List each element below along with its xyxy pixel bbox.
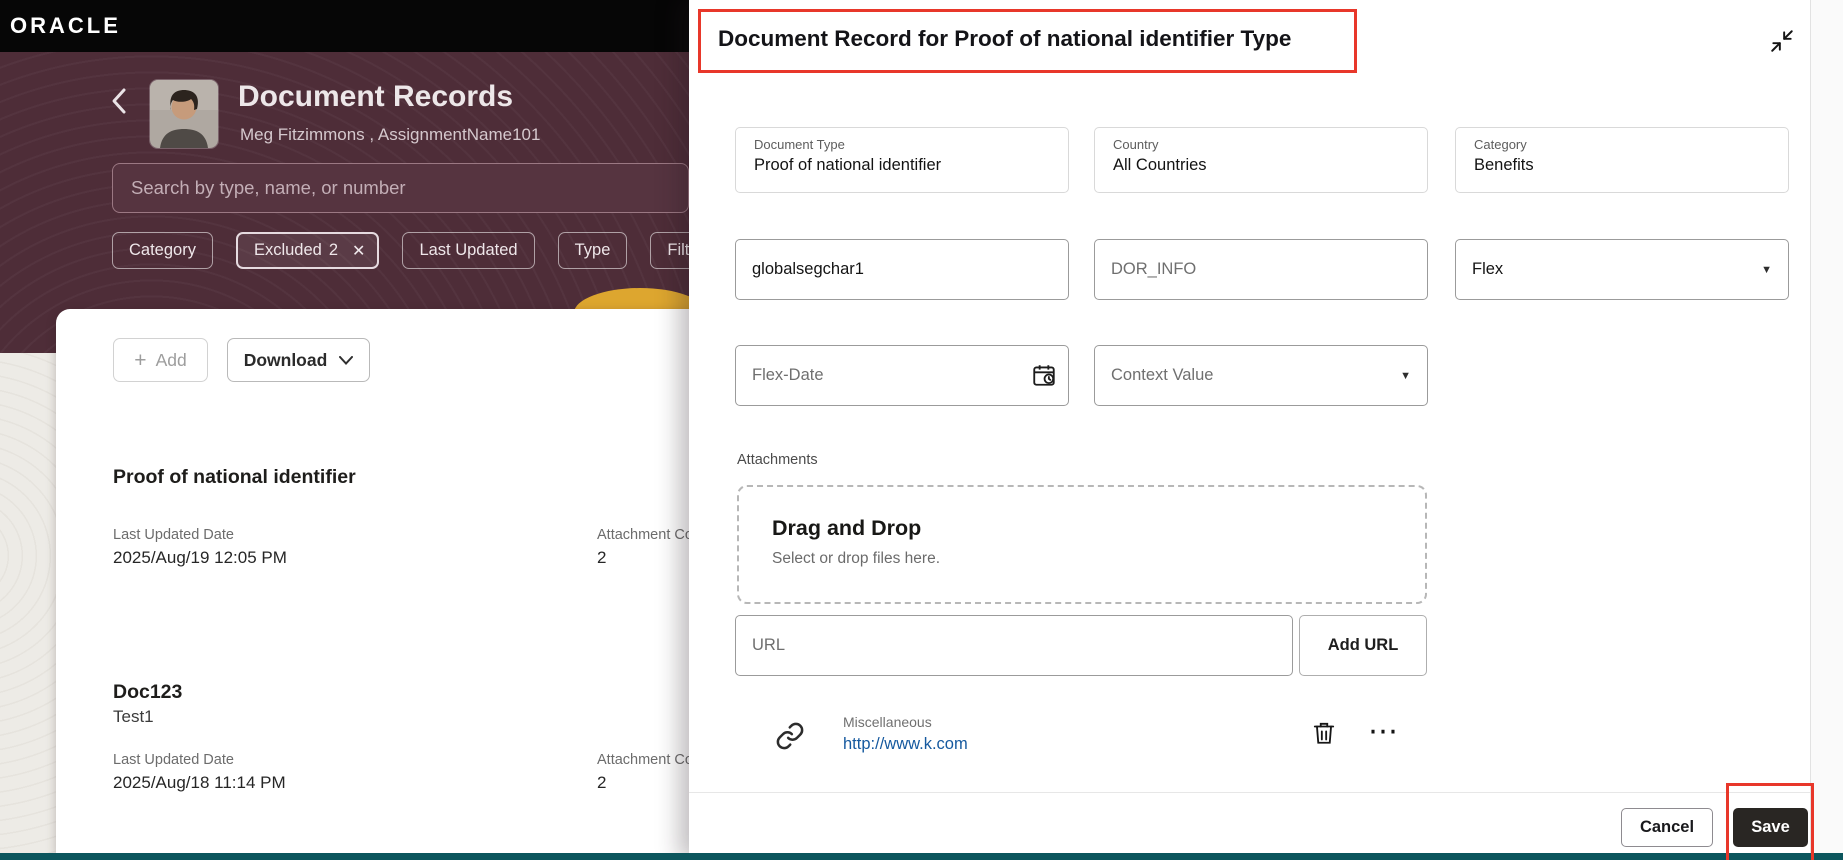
chip-label: Type [574,241,611,259]
field-label: Country [1113,137,1159,152]
save-button[interactable]: Save [1733,808,1808,847]
records-content-card [56,309,689,853]
record-item-subtitle: Test1 [113,707,154,726]
back-button[interactable] [104,84,134,118]
page-title: Document Records [238,80,514,113]
page-subtitle: Meg Fitzimmons , AssignmentName101 [240,125,541,144]
filter-chip-filters[interactable]: Filters [650,232,689,269]
filter-chip-type[interactable]: Type [557,232,628,269]
chip-label: Excluded [253,241,322,259]
filter-chip-category[interactable]: Category [112,232,213,269]
chip-count: 2 [328,241,339,259]
add-button-label: Add [155,349,187,370]
date-picker-button[interactable] [1030,362,1057,389]
dor-info-input[interactable] [1094,239,1428,300]
plus-icon: + [134,348,147,372]
caret-down-icon: ▼ [1761,263,1772,276]
download-button-label: Download [243,349,328,370]
chip-label: Filters [667,241,689,259]
caret-down-icon: ▼ [1400,369,1411,382]
chip-label: Category [129,241,196,259]
attachment-url-link[interactable]: http://www.k.com [843,735,968,754]
field-category: Category Benefits [1455,127,1789,193]
chevron-left-icon [112,88,126,114]
panel-title: Document Record for Proof of national id… [718,26,1292,51]
last-updated-value: 2025/Aug/18 11:14 PM [113,773,286,792]
globalsegchar-input[interactable] [735,239,1069,300]
select-value: Flex [1472,260,1504,278]
avatar [150,80,218,148]
dropzone-subtitle: Select or drop files here. [772,550,941,567]
chip-label: Last Updated [419,241,518,259]
last-updated-label: Last Updated Date [113,527,234,543]
dropzone-title: Drag and Drop [772,516,922,540]
close-icon[interactable]: ✕ [352,241,365,261]
ellipsis-icon: ⋯ [1368,715,1398,748]
collapse-icon [1771,30,1793,52]
field-value: Benefits [1474,156,1534,174]
url-input[interactable] [735,615,1293,676]
select-placeholder: Context Value [1111,366,1214,384]
field-value: All Countries [1113,156,1207,174]
document-records-page: ORACLE Document Records Meg Fitzimmons ,… [0,0,689,860]
filter-chip-last-updated[interactable]: Last Updated [402,232,535,269]
document-record-panel: Document Record for Proof of national id… [689,0,1810,860]
context-value-select[interactable]: Context Value ▼ [1094,345,1428,406]
filter-chip-excluded[interactable]: Excluded 2 ✕ [235,232,380,269]
flex-date-field [735,345,1069,406]
add-button[interactable]: + Add [113,338,208,382]
attachment-count-label: Attachment Count [597,752,689,768]
file-dropzone[interactable]: Drag and Drop Select or drop files here. [737,485,1427,604]
avatar-image [150,80,218,148]
field-label: Document Type [754,137,845,152]
last-updated-value: 2025/Aug/19 12:05 PM [113,548,287,567]
record-item-title[interactable]: Proof of national identifier [113,466,356,489]
cancel-button[interactable]: Cancel [1621,808,1713,847]
filter-chip-row: Category Excluded 2 ✕ Last Updated Type … [112,232,689,269]
attachments-section-label: Attachments [737,452,818,468]
download-button[interactable]: Download [227,338,370,382]
search-box [112,163,689,213]
link-icon [775,721,805,751]
oracle-logo: ORACLE [10,13,121,38]
attachment-category: Miscellaneous [843,714,932,730]
trash-icon [1313,722,1335,744]
search-input[interactable] [113,164,688,212]
bottom-edge-bar [0,853,1843,860]
field-label: Category [1474,137,1527,152]
record-item-title[interactable]: Doc123 [113,681,182,704]
add-url-button[interactable]: Add URL [1299,615,1427,676]
top-navbar: ORACLE [0,0,689,52]
collapse-panel-button[interactable] [1767,26,1797,56]
field-value: Proof of national identifier [754,156,942,174]
scrollbar-track[interactable] [1810,0,1843,860]
attachment-count-label: Attachment Count [597,527,689,543]
calendar-icon [1032,365,1055,386]
field-document-type: Document Type Proof of national identifi… [735,127,1069,193]
last-updated-label: Last Updated Date [113,752,234,768]
delete-attachment-button[interactable] [1309,719,1339,749]
more-actions-button[interactable]: ⋯ [1363,714,1403,750]
attachment-count-value: 2 [597,548,607,567]
chevron-down-icon [339,355,354,365]
field-country: Country All Countries [1094,127,1428,193]
app-root: ORACLE Document Records Meg Fitzimmons ,… [0,0,1843,860]
footer-divider [689,792,1810,793]
flex-date-input[interactable] [735,345,1069,406]
flex-select[interactable]: Flex ▼ [1455,239,1789,300]
attachment-count-value: 2 [597,773,607,792]
